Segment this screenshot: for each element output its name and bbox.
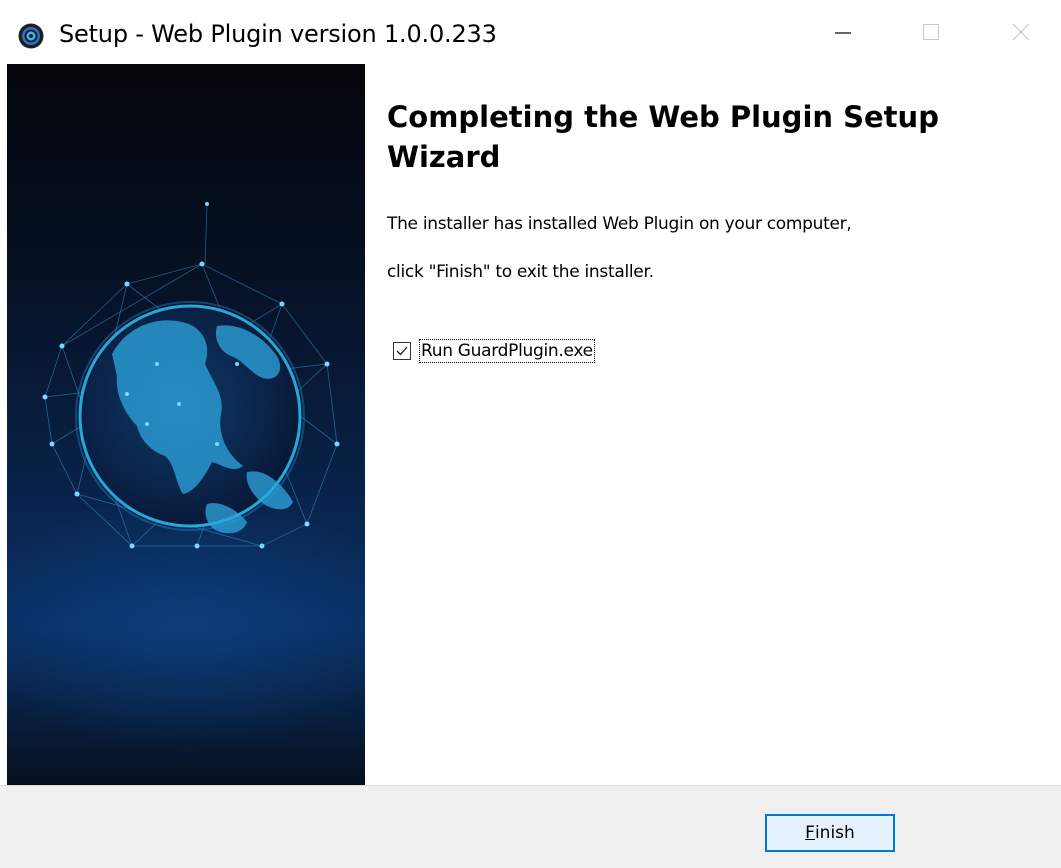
finish-accelerator-key: F: [805, 823, 815, 843]
title-bar[interactable]: Setup - Web Plugin version 1.0.0.233: [0, 0, 1061, 64]
checkmark-icon: [396, 346, 408, 356]
run-guardplugin-option[interactable]: Run GuardPlugin.exe: [393, 339, 595, 363]
maximize-button[interactable]: [900, 0, 962, 64]
wizard-side-image: [7, 64, 365, 785]
run-guardplugin-checkbox[interactable]: [393, 342, 411, 360]
wizard-footer: Finish: [0, 785, 1061, 868]
setup-window: Setup - Web Plugin version 1.0.0.233 Com…: [0, 0, 1061, 868]
minimize-icon: [835, 32, 851, 34]
maximize-icon: [923, 24, 939, 40]
plugin-app-icon: [18, 23, 44, 49]
close-icon: [1012, 23, 1030, 41]
window-title: Setup - Web Plugin version 1.0.0.233: [59, 20, 497, 48]
minimize-button[interactable]: [812, 0, 874, 64]
wizard-content: Completing the Web Plugin Setup Wizard T…: [365, 64, 1061, 785]
globe-network-image: [7, 202, 365, 754]
finish-button[interactable]: Finish: [765, 814, 895, 852]
install-message-line-2: click "Finish" to exit the installer.: [387, 262, 654, 282]
run-guardplugin-label[interactable]: Run GuardPlugin.exe: [419, 339, 595, 363]
close-button[interactable]: [990, 0, 1052, 64]
page-title: Completing the Web Plugin Setup Wizard: [387, 100, 939, 174]
install-message-line-1: The installer has installed Web Plugin o…: [387, 214, 852, 234]
finish-button-label: inish: [814, 823, 855, 843]
